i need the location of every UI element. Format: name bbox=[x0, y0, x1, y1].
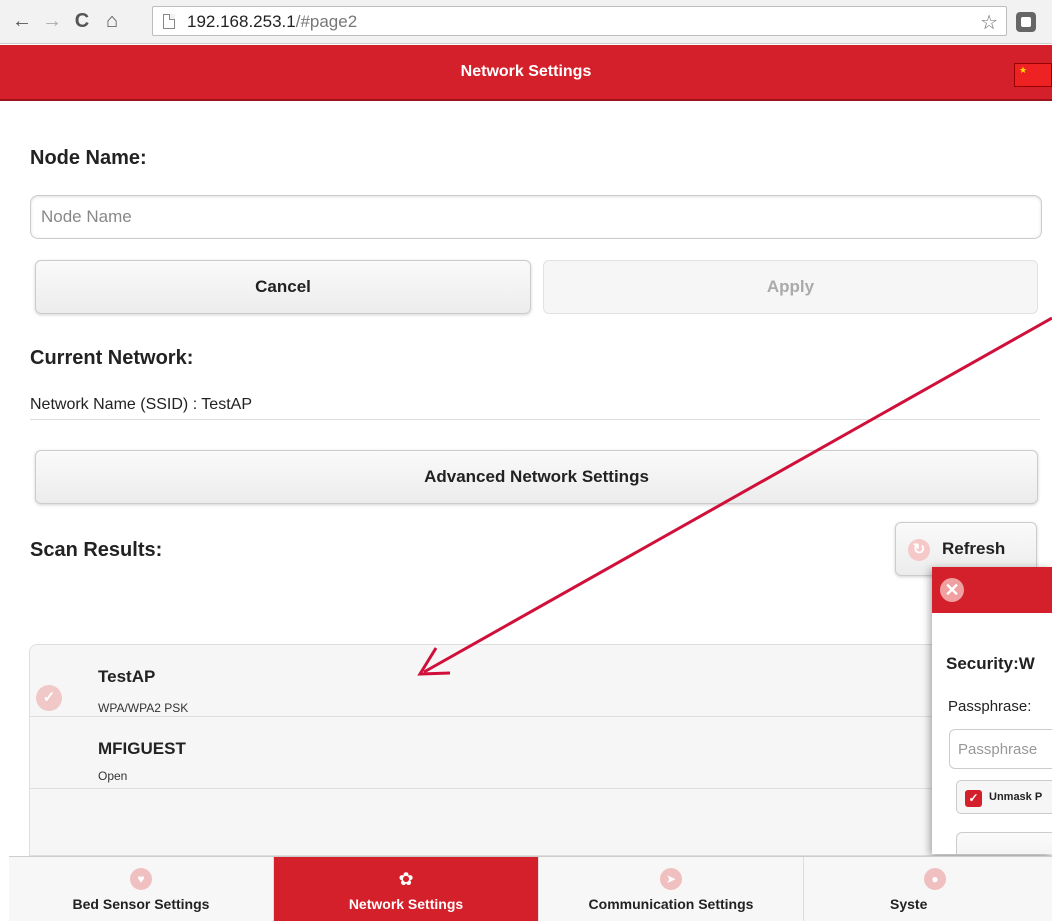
unmask-label: Unmask P bbox=[989, 791, 1043, 803]
tab-bed-sensor-settings[interactable]: ♥ Bed Sensor Settings bbox=[9, 857, 274, 921]
url-path: /#page2 bbox=[295, 12, 358, 31]
scan-results-list: ✓ TestAP WPA/WPA2 PSK MFIGUEST Open bbox=[29, 644, 1052, 856]
system-icon: ● bbox=[924, 868, 946, 890]
apply-button[interactable]: Apply bbox=[543, 260, 1038, 314]
refresh-icon: ↻ bbox=[908, 539, 930, 561]
network-security: Open bbox=[98, 769, 128, 783]
passphrase-input[interactable] bbox=[949, 729, 1052, 769]
tab-label: Network Settings bbox=[348, 896, 464, 912]
url-host: 192.168.253.1 bbox=[187, 12, 296, 31]
refresh-label: Refresh bbox=[942, 539, 1006, 558]
extension-icon[interactable] bbox=[1016, 12, 1036, 32]
network-ssid: TestAP bbox=[98, 667, 156, 686]
china-flag-icon[interactable]: ★ bbox=[1014, 63, 1052, 87]
security-type-text: Security:W bbox=[946, 654, 1035, 673]
flag-star-icon: ★ bbox=[1019, 65, 1028, 75]
cancel-button[interactable]: Cancel bbox=[35, 260, 531, 314]
scan-results-heading: Scan Results: bbox=[30, 539, 163, 561]
tab-label: Communication Settings bbox=[588, 896, 754, 912]
heart-icon: ♥ bbox=[130, 868, 152, 890]
network-ssid: MFIGUEST bbox=[98, 739, 186, 758]
tab-system-settings[interactable]: ● Syste bbox=[804, 857, 1052, 921]
bookmark-star-icon[interactable]: ☆ bbox=[980, 10, 998, 35]
dialog-action-button[interactable] bbox=[956, 832, 1052, 854]
dialog-header: ✕ bbox=[932, 567, 1052, 613]
network-security: WPA/WPA2 PSK bbox=[98, 701, 189, 715]
home-icon[interactable]: ⌂ bbox=[100, 9, 124, 33]
back-icon[interactable]: ← bbox=[10, 9, 34, 33]
tab-label: Bed Sensor Settings bbox=[72, 896, 210, 912]
browser-toolbar: ← → C ⌂ 192.168.253.1/#page2 ☆ bbox=[0, 0, 1052, 44]
page-title: Network Settings bbox=[460, 63, 592, 80]
checkbox-checked-icon: ✓ bbox=[965, 790, 982, 807]
url-text: 192.168.253.1/#page2 bbox=[187, 12, 357, 32]
tab-label: Syste bbox=[890, 896, 928, 912]
gear-icon: ✿ bbox=[398, 869, 414, 889]
passphrase-dialog: ✕ Security:W Passphrase: ✓ Unmask P bbox=[932, 567, 1052, 854]
advanced-network-settings-button[interactable]: Advanced Network Settings bbox=[35, 450, 1038, 504]
node-name-heading: Node Name: bbox=[30, 147, 147, 169]
list-item[interactable]: ✓ TestAP WPA/WPA2 PSK bbox=[30, 645, 1052, 717]
page-icon bbox=[163, 14, 175, 29]
check-icon: ✓ bbox=[36, 685, 62, 711]
current-network-heading: Current Network: bbox=[30, 347, 194, 369]
list-item[interactable] bbox=[30, 789, 1052, 855]
forward-icon[interactable]: → bbox=[40, 9, 64, 33]
address-bar[interactable]: 192.168.253.1/#page2 ☆ bbox=[152, 6, 1007, 36]
list-item[interactable]: MFIGUEST Open bbox=[30, 717, 1052, 789]
reload-icon[interactable]: C bbox=[70, 9, 94, 33]
current-ssid-text: Network Name (SSID) : TestAP bbox=[30, 396, 1040, 420]
close-icon[interactable]: ✕ bbox=[940, 578, 964, 602]
passphrase-label: Passphrase: bbox=[948, 698, 1032, 715]
tab-communication-settings[interactable]: ➤ Communication Settings bbox=[539, 857, 804, 921]
node-name-input[interactable] bbox=[30, 195, 1042, 239]
navigation-icon: ➤ bbox=[660, 868, 682, 890]
tab-network-settings[interactable]: ✿ Network Settings bbox=[274, 857, 539, 921]
bottom-navigation: ♥ Bed Sensor Settings ✿ Network Settings… bbox=[9, 856, 1052, 921]
unmask-checkbox[interactable]: ✓ Unmask P bbox=[956, 780, 1052, 814]
app-header: Network Settings ★ bbox=[0, 45, 1052, 101]
